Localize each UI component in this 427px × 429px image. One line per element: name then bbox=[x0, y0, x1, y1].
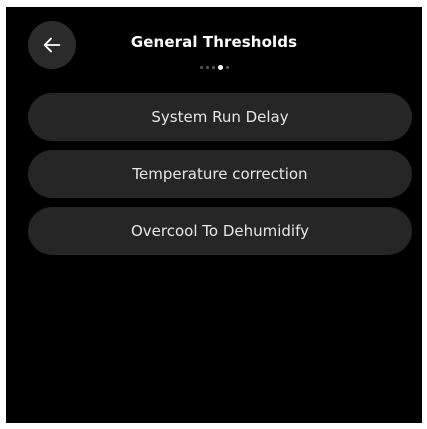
overcool-to-dehumidify-button[interactable]: Overcool To Dehumidify bbox=[28, 207, 412, 255]
pager-dot bbox=[211, 66, 215, 69]
page-title: General Thresholds bbox=[130, 33, 298, 51]
pager-dot-active bbox=[217, 65, 223, 70]
pager-dot bbox=[199, 66, 203, 69]
thermostat-screen: General Thresholds System Run Delay Temp… bbox=[6, 7, 422, 423]
pager-dot bbox=[225, 66, 229, 69]
page-indicator bbox=[6, 65, 422, 70]
settings-menu: System Run Delay Temperature correction … bbox=[28, 93, 412, 255]
temperature-correction-button[interactable]: Temperature correction bbox=[28, 150, 412, 198]
system-run-delay-button[interactable]: System Run Delay bbox=[28, 93, 412, 141]
pager-dot bbox=[205, 66, 209, 69]
